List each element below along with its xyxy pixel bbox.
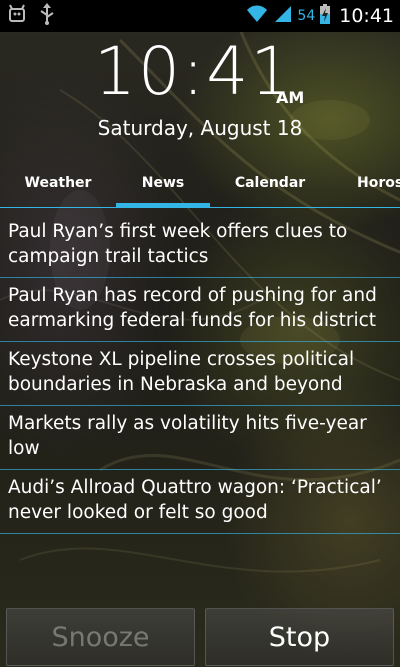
news-item[interactable]: Markets rally as volatility hits five-ye… — [0, 406, 400, 470]
news-item[interactable]: Keystone XL pipeline crosses political b… — [0, 342, 400, 406]
signal-icon — [273, 4, 293, 28]
news-item[interactable]: Paul Ryan’s first week offers clues to c… — [0, 214, 400, 278]
android-debug-icon — [6, 3, 28, 29]
tab-weather[interactable]: Weather — [12, 166, 104, 208]
clock: 10:41 AM Saturday, August 18 — [0, 36, 400, 146]
news-list: Paul Ryan’s first week offers clues to c… — [0, 214, 400, 534]
wifi-icon — [245, 4, 269, 28]
snooze-button[interactable]: Snooze — [6, 608, 195, 666]
status-bar: 54 10:41 — [0, 0, 400, 32]
status-time: 10:41 — [339, 5, 394, 27]
alarm-buttons: Snooze Stop — [0, 606, 400, 667]
usb-icon — [38, 3, 56, 29]
battery-percent: 54 — [297, 8, 316, 24]
tab-bar: Weather News Calendar Horos — [0, 166, 400, 208]
clock-date: Saturday, August 18 — [97, 116, 303, 140]
clock-time: 10:41 — [94, 33, 295, 110]
clock-ampm: AM — [276, 88, 305, 107]
news-item[interactable]: Audi’s Allroad Quattro wagon: ‘Practical… — [0, 470, 400, 534]
news-item[interactable]: Paul Ryan has record of pushing for and … — [0, 278, 400, 342]
stop-button[interactable]: Stop — [205, 608, 394, 666]
tab-horoscope[interactable]: Horos — [346, 166, 400, 208]
tab-calendar[interactable]: Calendar — [224, 166, 316, 208]
tab-news[interactable]: News — [116, 166, 210, 208]
battery-charging-icon — [319, 3, 331, 29]
